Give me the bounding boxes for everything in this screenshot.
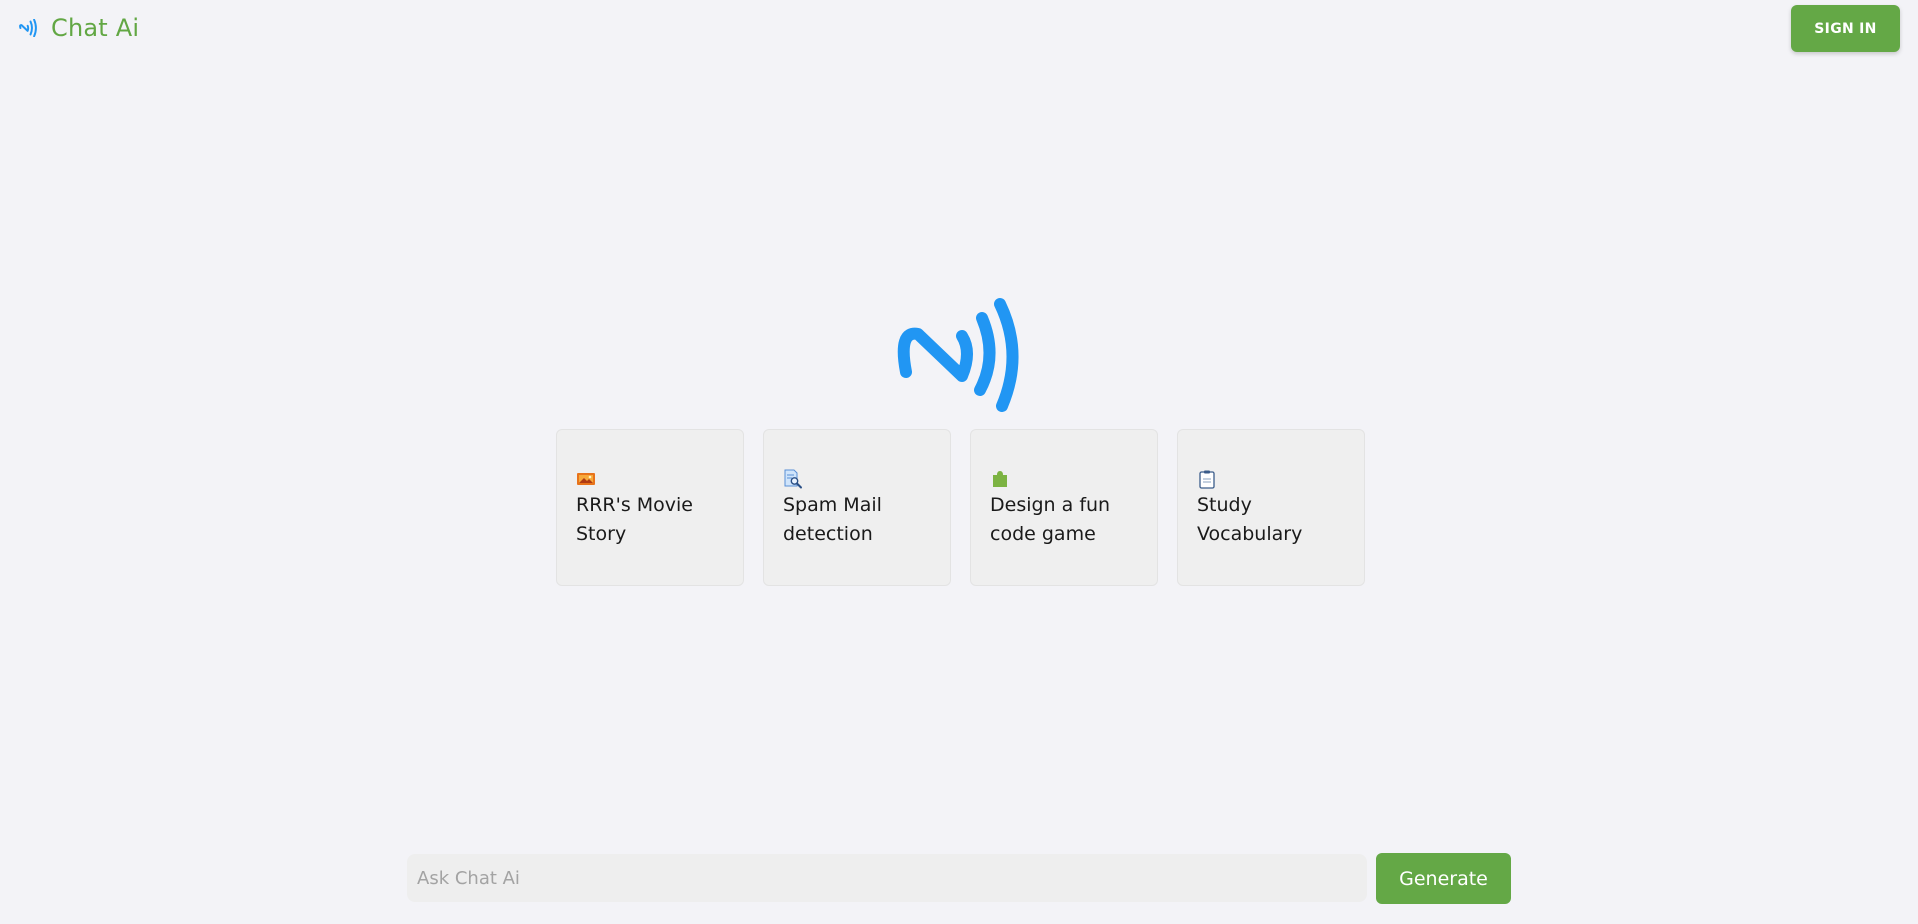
header-brand[interactable]: Chat Ai — [19, 14, 139, 42]
document-search-icon — [783, 469, 803, 489]
chat-ai-page: Chat Ai SIGN IN RRR's Movie Story Spam M… — [0, 0, 1918, 924]
ask-chat-input[interactable] — [407, 854, 1367, 902]
generate-button[interactable]: Generate — [1376, 853, 1511, 904]
movie-frame-icon — [576, 469, 596, 489]
hero-logo — [896, 296, 1022, 412]
suggestion-text: Spam Mail detection — [783, 494, 882, 545]
suggestion-text: RRR's Movie Story — [576, 494, 693, 545]
sign-in-button[interactable]: SIGN IN — [1791, 5, 1900, 52]
suggestion-cards: RRR's Movie Story Spam Mail detection De… — [556, 429, 1365, 586]
suggestion-text: Study Vocabulary — [1197, 494, 1303, 545]
clipboard-icon — [1197, 469, 1217, 489]
nfc-wave-icon — [19, 19, 37, 37]
suggestion-text: Design a fun code game — [990, 494, 1111, 545]
suggestion-card-spam-detection[interactable]: Spam Mail detection — [763, 429, 951, 586]
puzzle-piece-icon — [990, 469, 1010, 489]
suggestion-card-study-vocabulary[interactable]: Study Vocabulary — [1177, 429, 1365, 586]
brand-name: Chat Ai — [51, 14, 140, 42]
suggestion-card-code-game[interactable]: Design a fun code game — [970, 429, 1158, 586]
nfc-wave-icon — [896, 298, 1022, 416]
suggestion-card-movie-story[interactable]: RRR's Movie Story — [556, 429, 744, 586]
